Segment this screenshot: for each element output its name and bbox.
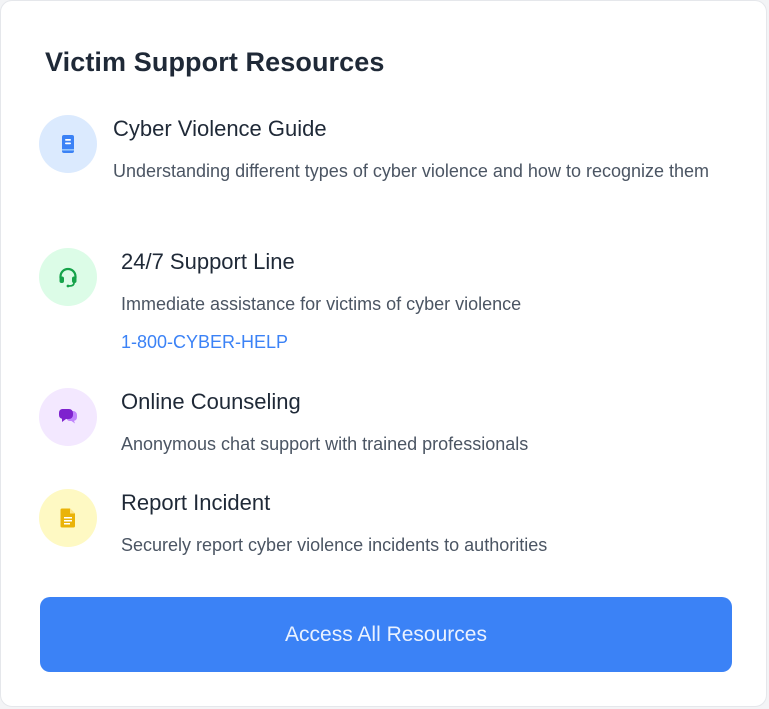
resource-title: 24/7 Support Line: [121, 249, 295, 274]
resource-description: Securely report cyber violence incidents…: [121, 535, 548, 555]
headset-icon-badge: [39, 248, 97, 306]
book-icon-badge: [39, 115, 97, 173]
chat-bubbles-icon-badge: [39, 388, 97, 446]
book-icon: [56, 132, 80, 156]
chat-bubbles-icon: [56, 405, 80, 429]
resource-description: Understanding different types of cyber v…: [113, 161, 710, 181]
access-all-resources-button[interactable]: Access All Resources: [40, 597, 732, 672]
resource-body: Report Incident Securely report cyber vi…: [121, 489, 730, 561]
resource-body: 24/7 Support Line Immediate assistance f…: [121, 248, 730, 354]
card-title: Victim Support Resources: [45, 47, 385, 77]
resource-item-report-incident[interactable]: Report Incident Securely report cyber vi…: [39, 489, 730, 569]
support-phone-link[interactable]: 1-800-CYBER-HELP: [121, 330, 288, 354]
resource-title: Report Incident: [121, 490, 271, 515]
support-resources-card: Victim Support Resources Cyber Violence …: [0, 0, 767, 707]
resource-description: Immediate assistance for victims of cybe…: [121, 294, 522, 314]
resource-description: Anonymous chat support with trained prof…: [121, 434, 529, 454]
resource-item-support-line[interactable]: 24/7 Support Line Immediate assistance f…: [39, 248, 730, 360]
document-icon: [56, 506, 80, 530]
resource-title: Cyber Violence Guide: [113, 116, 327, 141]
headset-icon: [56, 265, 80, 289]
resource-body: Online Counseling Anonymous chat support…: [121, 388, 730, 460]
resource-title: Online Counseling: [121, 389, 301, 414]
document-icon-badge: [39, 489, 97, 547]
resource-item-cyber-violence-guide[interactable]: Cyber Violence Guide Understanding diffe…: [39, 115, 730, 225]
resource-item-online-counseling[interactable]: Online Counseling Anonymous chat support…: [39, 388, 730, 468]
resource-body: Cyber Violence Guide Understanding diffe…: [113, 115, 730, 187]
